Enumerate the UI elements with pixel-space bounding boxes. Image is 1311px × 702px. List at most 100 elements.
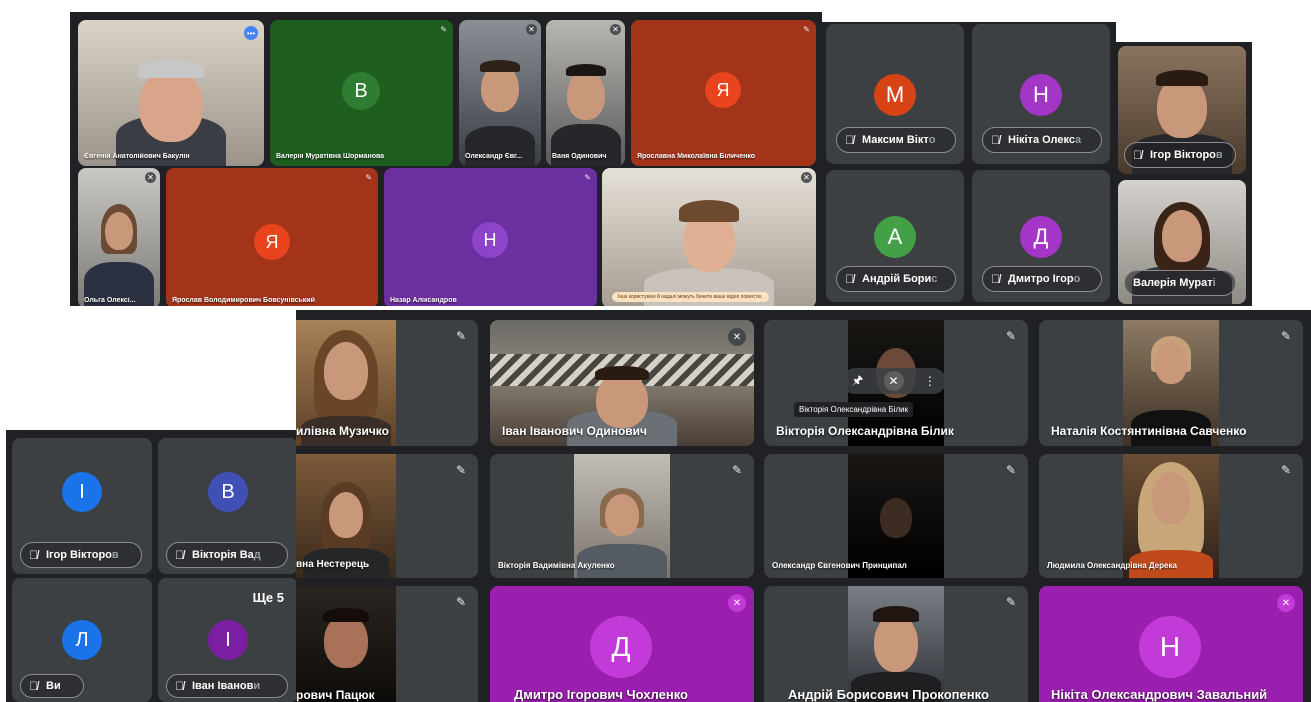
participant-tile[interactable]: Ще 5 І 🎙̸ Іван Іванов и [158, 578, 298, 702]
pin-icon[interactable]: 🖈 [852, 371, 863, 392]
participant-video [78, 168, 160, 306]
mic-off-icon: ✕ [610, 24, 621, 35]
participant-tile[interactable]: І 🎙̸ Ігор Вікторо в [12, 438, 152, 574]
participant-name: вна Нестерець [296, 559, 370, 570]
participant-name-pill: 🎙̸ Вікторія Ва д [166, 542, 288, 568]
participant-tile[interactable]: Я ✎ Ярослав Володимирович Бовсунівський [166, 168, 378, 306]
participant-tile[interactable]: ✎ илівна Музичко [296, 320, 478, 446]
mic-off-icon: ✎ [1005, 329, 1016, 343]
participant-tile[interactable]: М 🎙̸ Максим Вікт о [826, 24, 964, 164]
participant-avatar: Н [472, 222, 508, 258]
participant-tile[interactable]: ✎ Андрій Борисович Прокопенко [764, 586, 1028, 702]
participant-name-pill: 🎙̸ Іван Іванов и [166, 674, 288, 698]
meeting-grid-top-right-video: 🎙̸ Ігор Вікторо в Валерія Мурат і [1116, 42, 1252, 306]
participant-name: Наталія Костянтинівна Савченко [1051, 424, 1247, 438]
participant-name: Людмила Олександрівна Дерека [1047, 561, 1177, 570]
mic-off-icon: 🎙̸ [29, 548, 38, 562]
meeting-grid-top-left: ••• Євгеній Анатолійович Бакулін В ✎ Вал… [70, 12, 822, 306]
mic-off-icon: ✎ [731, 463, 742, 477]
participant-video [1123, 454, 1219, 578]
participant-tile[interactable]: ✎ рович Пацюк [296, 586, 478, 702]
participant-name: Вікторія Олександрівна Білик [776, 424, 954, 438]
participant-tile[interactable]: Н 🎙̸ Нікіта Олекс а [972, 24, 1110, 164]
mic-off-icon: ✎ [1280, 329, 1291, 343]
participant-tile[interactable]: ✎ Людмила Олександрівна Дерека [1039, 454, 1303, 578]
participant-name: Валерія Муратівна Шорманова [276, 153, 385, 160]
participant-tile[interactable]: ✕ Ваня Одинович [546, 20, 625, 166]
mute-icon[interactable]: ✕ [883, 371, 904, 391]
participant-name-pill: 🎙̸ Ігор Вікторо в [20, 542, 142, 568]
participant-video [848, 586, 944, 702]
participant-name: Олександр Євг... [465, 153, 523, 160]
participant-tile[interactable]: А 🎙̸ Андрій Бори с [826, 170, 964, 302]
mic-off-icon: ✕ [801, 172, 812, 183]
mic-off-icon: ✎ [440, 25, 447, 34]
participant-tile[interactable]: 🎙̸ Ігор Вікторо в [1118, 46, 1246, 174]
participant-tile[interactable]: ✕ Ольга Олексі... [78, 168, 160, 306]
participant-tile[interactable]: В 🎙̸ Вікторія Ва д [158, 438, 298, 574]
mic-off-icon: 🎙̸ [991, 133, 1000, 147]
participant-name: Іван Іванович Одинович [502, 424, 647, 438]
participant-name-pill: 🎙̸ Ви [20, 674, 84, 698]
participant-tile[interactable]: В ✎ Валерія Муратівна Шорманова [270, 20, 453, 166]
participant-video [459, 20, 541, 166]
participant-tile[interactable]: Н ✕ Нікіта Олександрович Завальний [1039, 586, 1303, 702]
mic-off-icon: ✎ [1005, 595, 1016, 609]
participant-avatar: Я [705, 72, 741, 108]
participant-tile[interactable]: ✎ вна Нестерець [296, 454, 478, 578]
mic-off-icon: ✎ [455, 463, 466, 477]
mic-off-icon: ✎ [455, 329, 466, 343]
mic-off-icon: 🎙̸ [175, 679, 184, 693]
participant-tile[interactable]: 🖈 ✕ ⋮ Вікторія Олександрівна Білик ✎ Вік… [764, 320, 1028, 446]
more-options-icon[interactable]: ⋮ [924, 374, 936, 388]
participant-name: Андрій Борисович Прокопенко [788, 687, 989, 702]
participant-video [296, 586, 396, 702]
participant-tile[interactable]: ••• Євгеній Анатолійович Бакулін [78, 20, 264, 166]
participant-avatar: І [62, 472, 102, 512]
participant-name: Назар Аліксандров [390, 297, 457, 304]
participant-tile[interactable]: ✎ Олександр Євгенович Принципал [764, 454, 1028, 578]
participant-tile[interactable]: Л 🎙̸ Ви [12, 578, 152, 702]
participant-name: Ваня Одинович [552, 153, 607, 160]
participant-name: Ольга Олексі... [84, 297, 136, 304]
participant-tile[interactable]: Н ✎ Назар Аліксандров [384, 168, 597, 306]
participant-tile[interactable]: ✕ Іван Іванович Одинович [490, 320, 754, 446]
mic-off-icon: ✎ [455, 595, 466, 609]
participant-name: Ярославна Миколаївна Біличенко [637, 153, 756, 160]
name-tooltip: Вікторія Олександрівна Білик [794, 402, 914, 417]
participant-avatar: Н [1020, 74, 1062, 116]
participant-video [574, 454, 670, 578]
participant-tile[interactable]: Д ✕ Дмитро Ігорович Чохленко [490, 586, 754, 702]
participant-avatar: Н [1139, 616, 1201, 678]
more-participants-label[interactable]: Ще 5 [248, 588, 288, 607]
mic-off-icon: ✕ [145, 172, 156, 183]
mic-off-icon: 🎙̸ [29, 679, 38, 693]
participant-name-pill: 🎙̸ Максим Вікт о [836, 127, 956, 153]
participant-tile[interactable]: Валерія Мурат і [1118, 180, 1246, 304]
participant-name-pill: 🎙̸ Ігор Вікторо в [1124, 142, 1236, 168]
participant-avatar: А [874, 216, 916, 258]
participant-video [546, 20, 625, 166]
participant-name: Вікторія Вадимівна Акуленко [498, 561, 615, 570]
participant-tile[interactable]: Д 🎙̸ Дмитро Ігор о [972, 170, 1110, 302]
mic-off-icon: ✎ [1005, 463, 1016, 477]
participant-name: рович Пацюк [296, 688, 375, 702]
participant-tile[interactable]: ✕ Олександр Євг... [459, 20, 541, 166]
mic-off-icon: 🎙̸ [175, 548, 184, 562]
participant-name: Ярослав Володимирович Бовсунівський [172, 297, 315, 304]
participant-name: Євгеній Анатолійович Бакулін [84, 153, 190, 160]
participant-name-pill: 🎙̸ Андрій Бори с [836, 266, 956, 292]
participant-video [78, 20, 264, 166]
more-options-icon[interactable]: ••• [244, 26, 258, 40]
participant-name: илівна Музичко [296, 424, 389, 438]
mic-off-icon: 🎙̸ [845, 272, 854, 286]
participant-tile[interactable]: Я ✎ Ярославна Миколаївна Біличенко [631, 20, 816, 166]
participant-tile[interactable]: ✎ Наталія Костянтинівна Савченко [1039, 320, 1303, 446]
participant-avatar: М [874, 74, 916, 116]
participant-tile[interactable]: ✎ Вікторія Вадимівна Акуленко [490, 454, 754, 578]
participant-avatar: В [342, 72, 380, 110]
mic-off-icon: ✕ [728, 594, 746, 612]
mic-off-icon: 🎙̸ [991, 272, 1000, 286]
self-view-tile[interactable]: ✕ Інші користувачі й надалі можуть бачит… [602, 168, 816, 306]
participant-video [602, 168, 816, 306]
